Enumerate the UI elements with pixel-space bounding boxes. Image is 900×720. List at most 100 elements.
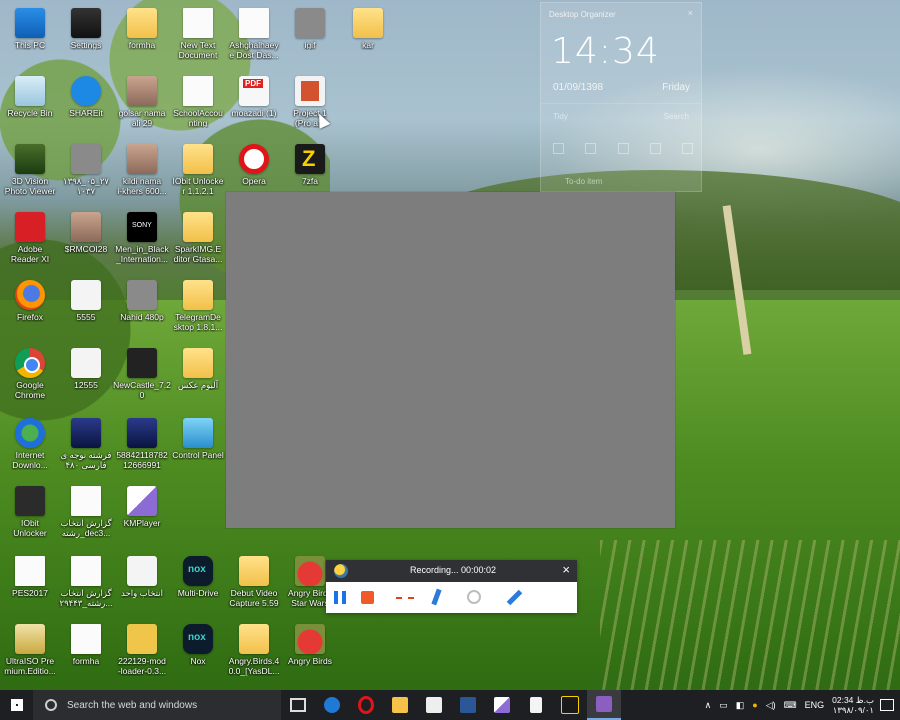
desktop-icon[interactable]: IObit Unlocke r 1.1.2.1 [168, 142, 228, 208]
winrar-icon[interactable] [587, 690, 621, 720]
organizer-close-icon[interactable]: × [688, 8, 693, 18]
desktop-icon[interactable]: SparkIMG.E ditor Gtasa... [168, 210, 228, 276]
desktop-icon-label: Adobe Reader XI [10, 244, 50, 264]
chevron-right-icon[interactable] [682, 143, 693, 154]
stop-icon[interactable] [361, 591, 374, 604]
desktop-icon[interactable]: فرشته نوجه ی فارسی ۴۸۰ [56, 416, 116, 482]
desktop-icon[interactable]: Ashghalhaey e Dost Das... [224, 6, 284, 72]
desktop-icon[interactable]: formha [56, 622, 116, 688]
organizer-tidy-button[interactable]: Tidy [553, 112, 568, 121]
desktop-icon[interactable]: IObit Unlocker [0, 484, 60, 550]
desktop-icon[interactable]: Internet Downlo... [0, 416, 60, 482]
desktop-icon[interactable]: kildi nama i-khers 600... [112, 142, 172, 208]
desktop-icon[interactable]: SchoolAccou nting [168, 74, 228, 140]
desktop-icon[interactable]: 222129-mod -loader-0.3... [112, 622, 172, 688]
desktop-icon-image [71, 76, 101, 106]
desktop-icon[interactable]: Settings [56, 6, 116, 72]
folder-icon[interactable] [585, 143, 597, 154]
desktop-icon-label: SparkIMG.E ditor Gtasa... [173, 244, 223, 264]
desktop-icon[interactable]: $RMCOI28 [56, 210, 116, 276]
chrome-tray-icon[interactable]: ● [752, 700, 757, 710]
desktop-icon-label: $RMCOI28 [64, 244, 108, 254]
desktop-icon[interactable]: PES2017 [0, 554, 60, 620]
task-view-icon[interactable] [281, 690, 315, 720]
desktop-icon-label: SchoolAccou nting [173, 108, 223, 128]
desktop-icon[interactable]: Men_in_Black _Internation... [112, 210, 172, 276]
volume-icon[interactable]: ◁) [766, 700, 776, 711]
organizer-search-button[interactable]: Search [664, 112, 689, 121]
desktop-icon[interactable]: igif [280, 6, 340, 72]
security-icon[interactable]: ◧ [736, 700, 745, 711]
webcam-icon[interactable] [467, 590, 481, 604]
desktop-icon[interactable]: TelegramDe sktop 1.8.1... [168, 278, 228, 344]
desktop-icon[interactable]: Google Chrome [0, 346, 60, 412]
desktop-icon[interactable]: New Text Document [168, 6, 228, 72]
desktop-icon[interactable]: NewCastle_7.2 0 [112, 346, 172, 412]
taskbar-search[interactable]: Search the web and windows [33, 690, 281, 720]
desktop-icon[interactable]: 5555 [56, 278, 116, 344]
desktop-icon[interactable]: Control Panel [168, 416, 228, 482]
pause-icon[interactable] [334, 591, 346, 604]
desktop-icon-image [183, 144, 213, 174]
file-explorer-icon[interactable] [383, 690, 417, 720]
desktop-icon[interactable]: formha [112, 6, 172, 72]
chevron-up-icon[interactable]: ∧ [705, 700, 712, 711]
desktop-icon[interactable]: ۱۳۹۸_۰۵_۲۷ ۱۰۳۷ [56, 142, 116, 208]
desktop-icon[interactable]: golsar nama ali 29 [112, 74, 172, 140]
note-icon[interactable] [649, 143, 661, 154]
desktop-icon[interactable]: Recycle Bin [0, 74, 60, 140]
grid-icon[interactable] [553, 143, 564, 154]
desktop-icon[interactable]: SHAREit [56, 74, 116, 140]
desktop-icon[interactable]: Multi-Drive [168, 554, 228, 620]
desktop-icon[interactable]: moazadi (1) [224, 74, 284, 140]
desktop-icon[interactable]: گزارش انتخاب رشته_۲۹۴۴۳... [56, 554, 116, 620]
desktop-icon[interactable]: 3D Vision Photo Viewer [0, 142, 60, 208]
language-indicator[interactable]: ENG [805, 700, 825, 710]
recorder-header[interactable]: Recording... 00:00:02 × [326, 560, 577, 582]
document-icon[interactable] [519, 690, 553, 720]
desktop-icon-image [183, 624, 213, 654]
desktop-icon[interactable]: 58842118782 12666991 [112, 416, 172, 482]
region-icon[interactable] [396, 597, 414, 599]
taskbar-clock[interactable]: 02:34 ب.ظ ۱۳۹۸/۰۹/۰۱ [832, 695, 874, 715]
7zip-icon[interactable] [553, 690, 587, 720]
desktop-icon[interactable]: گزارش انتخاب رشته_dec3... [56, 484, 116, 550]
kmplayer-icon[interactable] [485, 690, 519, 720]
desktop-icon[interactable]: انتخاب واحد [112, 554, 172, 620]
keyboard-icon[interactable]: ⌨ [784, 700, 797, 711]
network-icon[interactable]: ▭ [719, 700, 728, 711]
link-icon[interactable] [617, 143, 629, 154]
organizer-todo-item[interactable]: To-do item [565, 177, 602, 186]
desktop-icon-image [295, 144, 325, 174]
start-button[interactable] [0, 690, 33, 720]
desktop-icon[interactable]: 12555 [56, 346, 116, 412]
desktop-icon[interactable]: Project 1 (Pro a... [280, 74, 340, 140]
desktop-icon-label: NewCastle_7.2 0 [113, 380, 171, 400]
annotate-icon[interactable] [431, 588, 442, 606]
store-icon[interactable] [417, 690, 451, 720]
desktop-icon[interactable]: Nahid 480p [112, 278, 172, 344]
desktop-icon[interactable]: Angry.Birds.4 0.0_[YasDL... [224, 622, 284, 688]
desktop-icon[interactable]: Debut Video Capture 5.59 [224, 554, 284, 620]
desktop-icon-label: Angry.Birds.4 0.0_[YasDL... [228, 656, 280, 676]
desktop-icon[interactable]: Firefox [0, 278, 60, 344]
desktop-icon-image [127, 76, 157, 106]
desktop-icon-image [15, 348, 45, 378]
desktop-icon[interactable]: Angry Birds [280, 622, 340, 688]
desktop-icon-image [295, 8, 325, 38]
word-icon[interactable] [451, 690, 485, 720]
desktop-icon-label: kildi nama i-khers 600... [117, 176, 167, 196]
desktop-icon[interactable]: This PC [0, 6, 60, 72]
notifications-icon[interactable] [880, 699, 894, 711]
opera-icon[interactable] [349, 690, 383, 720]
desktop-icon[interactable]: kar [338, 6, 398, 72]
recorder-close-icon[interactable]: × [562, 563, 570, 577]
desktop-icon[interactable]: Adobe Reader XI [0, 210, 60, 276]
desktop-icon[interactable]: آلبوم عکس [168, 346, 228, 412]
pencil-icon[interactable] [506, 589, 523, 606]
edge-icon[interactable] [315, 690, 349, 720]
organizer-title: Desktop Organizer [549, 10, 616, 19]
desktop-icon[interactable]: Nox [168, 622, 228, 688]
desktop-icon[interactable]: KMPlayer [112, 484, 172, 550]
desktop-icon[interactable]: UltraISO Pre mium.Editio... [0, 622, 60, 688]
